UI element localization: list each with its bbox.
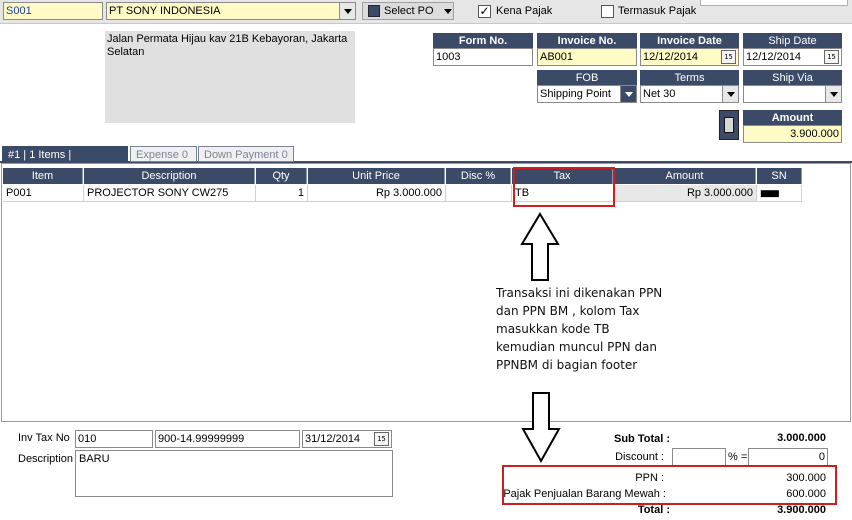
inv-tax-serial-field[interactable]: 900-14.99999999 [155, 430, 300, 448]
tax-highlight-box [513, 167, 615, 207]
chevron-down-icon[interactable] [339, 3, 355, 19]
ship-date-header: Ship Date [743, 33, 842, 49]
col-sn[interactable]: SN [757, 168, 802, 184]
invoice-date-field[interactable]: 12/12/2014 15 [640, 48, 739, 66]
invoice-date-value: 12/12/2014 [643, 51, 699, 63]
form-no-field[interactable]: 1003 [433, 48, 533, 66]
customer-code-field[interactable]: S001 [3, 2, 103, 20]
termasuk-pajak-label: Termasuk Pajak [618, 5, 697, 17]
calendar-icon[interactable]: 15 [374, 432, 389, 446]
tab-down-payment[interactable]: Down Payment 0 [198, 146, 294, 162]
description-value: BARU [79, 453, 110, 465]
address-box[interactable]: Jalan Permata Hijau kav 21B Kebayoran, J… [105, 31, 355, 123]
cell-qty[interactable]: 1 [256, 185, 308, 202]
fob-header: FOB [537, 70, 637, 86]
toolbar-blank-field [700, 0, 848, 6]
col-disc[interactable]: Disc % [446, 168, 511, 184]
po-icon [368, 5, 380, 17]
cell-amount[interactable]: Rp 3.000.000 [614, 185, 757, 202]
description-textarea[interactable]: BARU [75, 450, 393, 497]
invoice-date-header: Invoice Date [640, 33, 739, 49]
col-amount[interactable]: Amount [614, 168, 756, 184]
ship-via-header: Ship Via [743, 70, 842, 86]
arrow-up-icon [520, 212, 560, 281]
customer-name-value: PT SONY INDONESIA [109, 5, 221, 17]
annotation-text: Transaksi ini dikenakan PPN dan PPN BM ,… [496, 286, 663, 372]
discount-percent-field[interactable] [672, 448, 726, 466]
chevron-down-icon[interactable] [620, 86, 636, 102]
ppn-highlight-box [502, 465, 837, 505]
cell-item[interactable]: P001 [3, 185, 84, 202]
subtotal-value: 3.000.000 [777, 432, 826, 444]
tab-expense[interactable]: Expense 0 [130, 146, 197, 162]
cell-sn[interactable]: ▮▮▮▮▮▮ [757, 185, 802, 202]
chevron-down-icon[interactable] [825, 86, 841, 102]
terms-header: Terms [640, 70, 739, 86]
amount-field: 3.900.000 [743, 125, 842, 143]
total-value: 3.900.000 [777, 504, 826, 516]
terms-select[interactable]: Net 30 [640, 85, 739, 103]
calendar-icon[interactable]: 15 [721, 50, 736, 64]
cell-unit-price[interactable]: Rp 3.000.000 [308, 185, 446, 202]
select-po-button[interactable]: Select PO [362, 2, 454, 20]
fob-value: Shipping Point [540, 88, 611, 100]
terms-value: Net 30 [643, 88, 676, 100]
inv-tax-no-label: Inv Tax No [18, 432, 70, 444]
termasuk-pajak-checkbox[interactable] [601, 5, 614, 18]
inv-tax-date-field[interactable]: 31/12/2014 15 [302, 430, 392, 448]
description-label: Description [18, 453, 74, 465]
col-description[interactable]: Description [84, 168, 255, 184]
col-qty[interactable]: Qty [256, 168, 307, 184]
select-po-label: Select PO [384, 5, 434, 17]
calculator-icon [724, 117, 734, 133]
cell-description[interactable]: PROJECTOR SONY CW275 [84, 185, 256, 202]
arrow-down-icon [521, 392, 561, 463]
kena-pajak-label: Kena Pajak [496, 5, 553, 17]
chevron-down-icon[interactable] [722, 86, 738, 102]
ship-date-value: 12/12/2014 [746, 51, 802, 63]
col-item[interactable]: Item [3, 168, 83, 184]
inv-tax-date-value: 31/12/2014 [305, 433, 361, 445]
discount-label: Discount : [615, 451, 664, 463]
customer-address: Jalan Permata Hijau kav 21B Kebayoran, J… [107, 33, 348, 58]
col-unit-price[interactable]: Unit Price [308, 168, 445, 184]
percent-equals: % = [728, 451, 748, 463]
subtotal-label: Sub Total : [613, 433, 670, 445]
amount-header: Amount [743, 110, 842, 126]
kena-pajak-checkbox[interactable]: ✓ [478, 5, 491, 18]
invoice-no-header: Invoice No. [537, 33, 637, 49]
discount-value-field[interactable]: 0 [748, 448, 828, 466]
tab-items[interactable]: #1 | 1 Items | 3.000.000 [2, 146, 128, 177]
form-no-header: Form No. [433, 33, 533, 49]
fob-select[interactable]: Shipping Point [537, 85, 637, 103]
invoice-no-field[interactable]: AB001 [537, 48, 637, 66]
cell-disc[interactable] [446, 185, 512, 202]
customer-name-select[interactable]: PT SONY INDONESIA [106, 2, 356, 20]
chevron-down-icon [443, 5, 452, 17]
calculator-button[interactable] [719, 110, 739, 140]
inv-tax-no-field[interactable]: 010 [75, 430, 153, 448]
total-label: Total : [637, 504, 670, 516]
ship-date-field[interactable]: 12/12/2014 15 [743, 48, 842, 66]
calendar-icon[interactable]: 15 [824, 50, 839, 64]
ship-via-select[interactable] [743, 85, 842, 103]
